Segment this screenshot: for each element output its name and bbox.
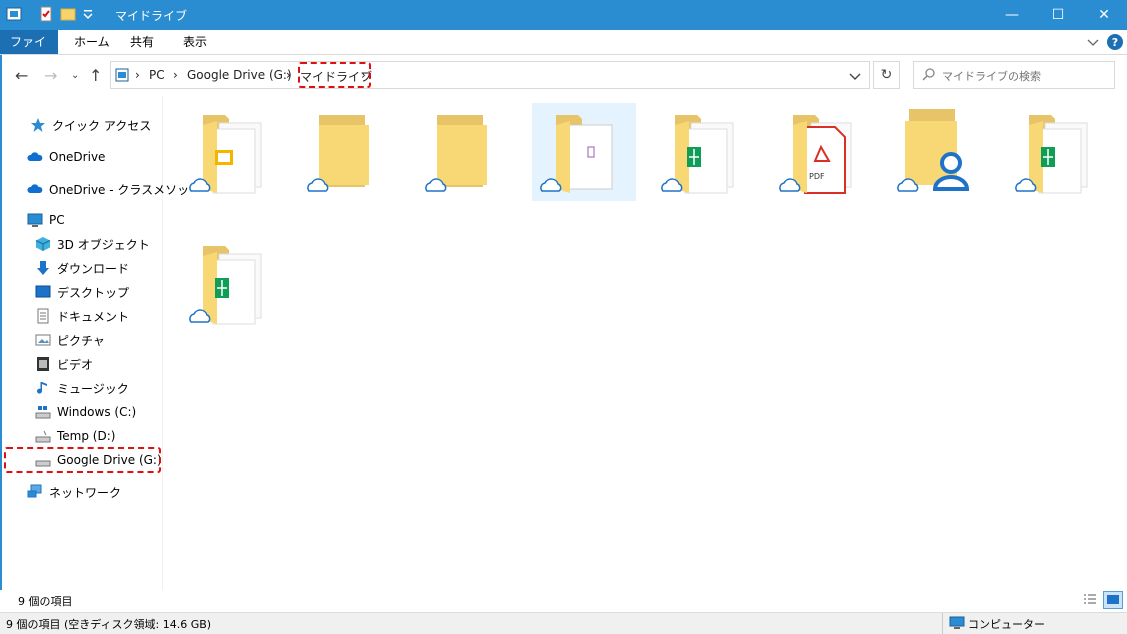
forward-arrow-icon[interactable]: → xyxy=(44,66,57,85)
minimize-button[interactable]: — xyxy=(989,0,1035,30)
computer-label: コンピューター xyxy=(968,618,1045,631)
video-icon xyxy=(37,357,49,371)
tab-share[interactable]: 共有 xyxy=(120,30,164,54)
disk-status-bar: 9 個の項目 (空きディスク領域: 14.6 GB) コンピューター xyxy=(0,612,1127,634)
folder-item[interactable] xyxy=(1007,103,1111,201)
picture-icon xyxy=(35,334,51,346)
item-count: 9 個の項目 xyxy=(18,595,73,608)
explorer-app-icon[interactable] xyxy=(6,6,22,22)
folder-sheets-icon xyxy=(1015,115,1088,194)
refresh-button[interactable]: ↻ xyxy=(873,61,900,89)
network-icon xyxy=(27,484,42,498)
drive-icon xyxy=(35,406,51,419)
cube-icon xyxy=(35,237,51,251)
tab-file[interactable]: ファイル xyxy=(0,30,58,73)
folder-item[interactable] xyxy=(653,103,757,201)
back-arrow-icon[interactable]: ← xyxy=(15,66,28,85)
highlight-box xyxy=(4,447,161,473)
star-icon xyxy=(31,118,45,132)
disk-info: 9 個の項目 (空きディスク領域: 14.6 GB) xyxy=(6,618,212,631)
folder-file-icon xyxy=(540,115,613,193)
folder-item[interactable] xyxy=(299,103,403,201)
search-input[interactable] xyxy=(940,66,1112,86)
folder-item[interactable] xyxy=(889,103,993,201)
folder-icon xyxy=(307,115,369,192)
close-button[interactable]: ✕ xyxy=(1081,0,1127,30)
help-icon[interactable]: ? xyxy=(1106,33,1124,51)
status-divider xyxy=(942,613,943,634)
large-icons-view-icon[interactable] xyxy=(1103,591,1123,609)
folder-pdf-icon: PDF xyxy=(779,115,852,194)
tab-view[interactable]: 表示 xyxy=(173,30,217,54)
folder-item[interactable] xyxy=(181,103,285,201)
properties-icon[interactable] xyxy=(38,6,54,22)
music-icon xyxy=(37,382,47,394)
tab-home[interactable]: ホーム xyxy=(64,30,120,54)
search-box[interactable] xyxy=(913,61,1115,89)
sidebar-item-pc[interactable]: PC xyxy=(0,209,189,231)
computer-icon xyxy=(949,616,965,629)
sidebar-item-label: Windows (C:) xyxy=(57,405,137,419)
maximize-button[interactable]: ☐ xyxy=(1035,0,1081,30)
folder-icon xyxy=(425,115,487,192)
sidebar-item-label: OneDrive xyxy=(49,150,106,164)
folder-item[interactable] xyxy=(417,103,521,201)
folder-sheets-icon xyxy=(661,115,734,194)
status-bar: 9 個の項目 xyxy=(0,590,1127,612)
svg-text:?: ? xyxy=(1112,36,1118,49)
new-folder-icon[interactable] xyxy=(60,6,76,22)
quick-access-toolbar xyxy=(6,6,94,22)
pdf-label: PDF xyxy=(809,172,825,181)
sidebar-item-onedrive[interactable]: OneDrive xyxy=(0,146,189,168)
sidebar-item-onedrive-classmethod[interactable]: OneDrive - クラスメソッ xyxy=(0,178,189,200)
folder-item[interactable] xyxy=(532,103,636,201)
monitor-icon xyxy=(27,213,43,227)
cloud-icon xyxy=(27,184,43,193)
address-dropdown-icon[interactable] xyxy=(849,70,861,82)
download-icon xyxy=(37,261,49,275)
cloud-icon xyxy=(27,152,43,161)
breadcrumb-separator: › xyxy=(286,68,291,82)
title-bar: マイドライブ — ☐ ✕ xyxy=(0,0,1127,30)
address-row: ← → ⌄ ↑ › PC › Google Drive (G:) › マイドライ… xyxy=(0,54,1127,96)
sidebar-item-label: Temp (D:) xyxy=(57,429,116,443)
file-view: PDF xyxy=(163,96,1127,590)
location-icon xyxy=(115,68,129,82)
navigation-pane: クイック アクセス OneDrive OneDrive - クラスメソッ PC … xyxy=(0,96,189,590)
highlight-box xyxy=(298,62,371,88)
folder-sheets-icon xyxy=(189,246,262,325)
sidebar-item-label: クイック アクセス xyxy=(52,118,152,133)
details-view-icon[interactable] xyxy=(1082,592,1098,608)
drive-icon xyxy=(35,430,51,443)
breadcrumb-pc[interactable]: PC xyxy=(149,68,165,82)
folder-item[interactable]: PDF xyxy=(771,103,875,201)
desktop-icon xyxy=(35,285,51,298)
folder-slides-icon xyxy=(189,115,262,194)
document-icon xyxy=(37,308,49,324)
sidebar-item-label: ミュージック xyxy=(57,381,129,396)
sidebar-item-label: ビデオ xyxy=(57,357,94,372)
address-bar[interactable]: › PC › Google Drive (G:) › マイドライブ › xyxy=(110,61,870,89)
sidebar-item-label: ダウンロード xyxy=(57,261,130,276)
folder-shared-icon xyxy=(897,109,970,192)
sidebar-item-network[interactable]: ネットワーク xyxy=(0,481,189,503)
sidebar-item-label: ネットワーク xyxy=(49,485,122,500)
sidebar-item-label: デスクトップ xyxy=(57,285,130,300)
sidebar-item-label: 3D オブジェクト xyxy=(57,237,150,252)
folder-item[interactable] xyxy=(181,234,285,332)
sidebar-item-label: PC xyxy=(49,213,65,227)
window-title: マイドライブ xyxy=(115,9,188,23)
recent-locations-icon[interactable]: ⌄ xyxy=(71,70,79,81)
up-arrow-icon[interactable]: ↑ xyxy=(89,66,102,85)
breadcrumb-separator: › xyxy=(135,68,140,82)
sidebar-item-label: ドキュメント xyxy=(57,309,130,324)
sidebar-item-label: ピクチャ xyxy=(57,333,105,348)
breadcrumb-separator: › xyxy=(173,68,178,82)
chevron-down-icon[interactable] xyxy=(82,6,94,22)
search-icon xyxy=(922,68,935,81)
ribbon-expand-icon[interactable] xyxy=(1086,36,1100,50)
breadcrumb-google-drive[interactable]: Google Drive (G:) xyxy=(187,68,292,82)
ribbon-tabs: ファイル ホーム 共有 表示 ? xyxy=(0,30,1127,73)
